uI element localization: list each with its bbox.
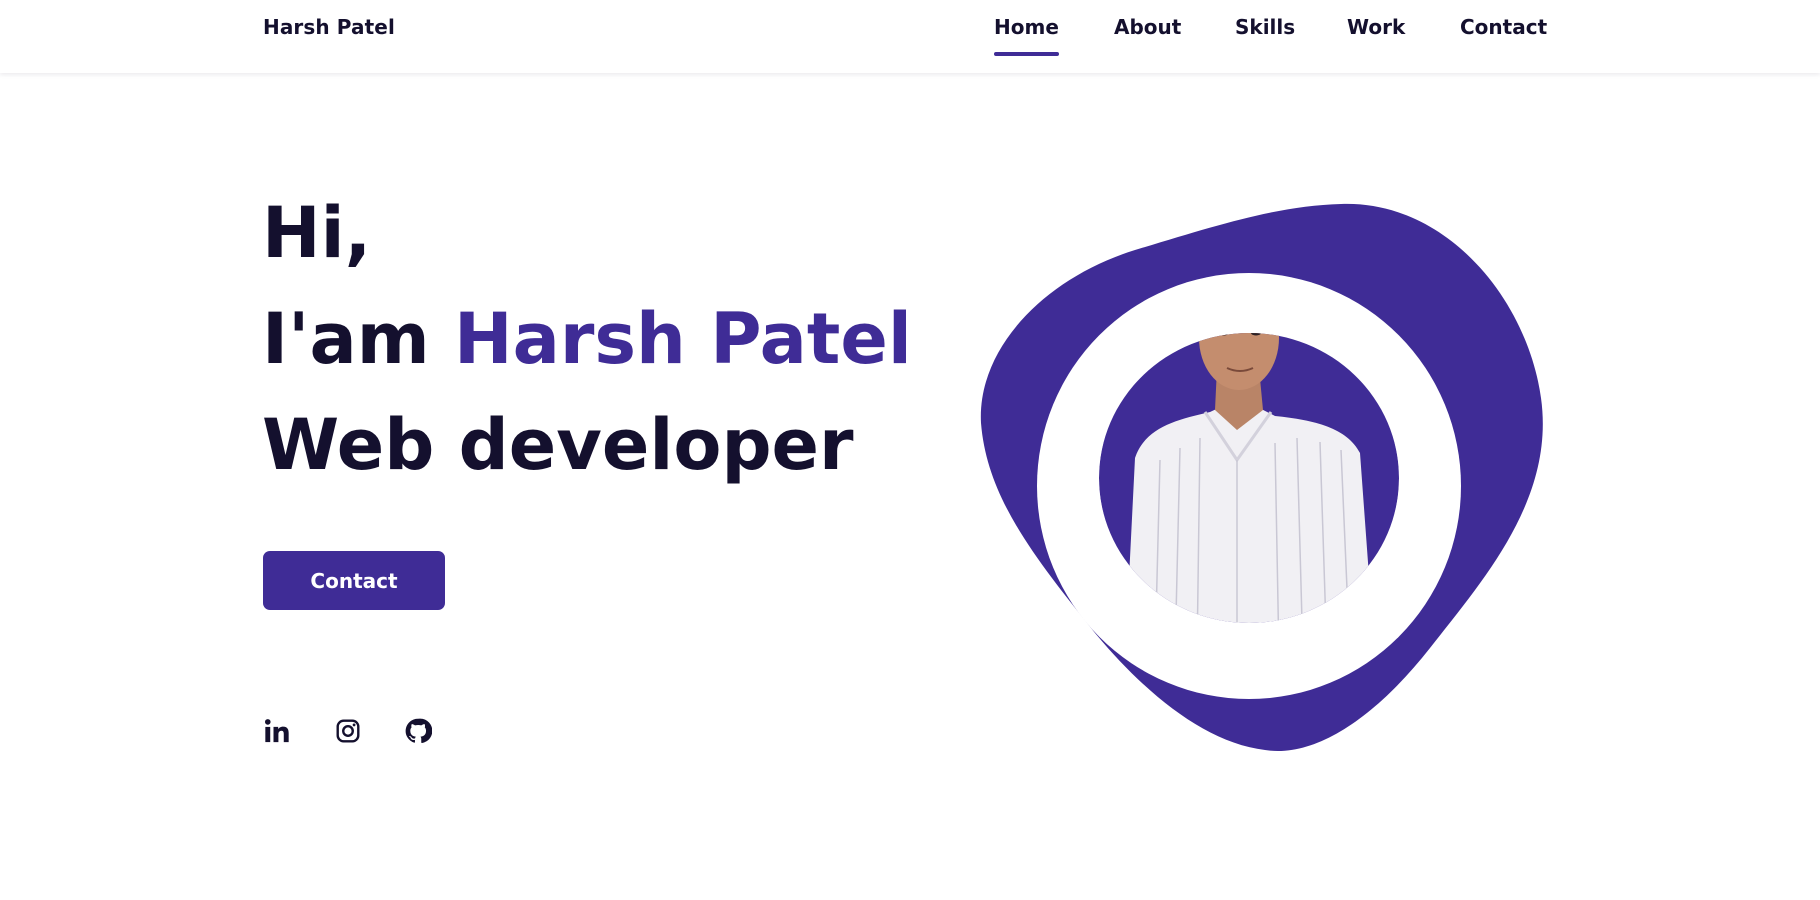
hero-profile-art [980, 203, 1543, 752]
nav-link-contact[interactable]: Contact [1460, 15, 1547, 39]
hero-intro: I'am Harsh Patel [262, 298, 912, 380]
nav-link-about[interactable]: About [1114, 15, 1181, 39]
top-navbar: Harsh Patel Home About Skills Work Conta… [0, 0, 1820, 73]
site-logo[interactable]: Harsh Patel [263, 15, 395, 39]
github-icon [405, 718, 432, 744]
hero-intro-prefix: I'am [262, 298, 455, 380]
contact-button[interactable]: Contact [263, 551, 445, 610]
linkedin-link[interactable] [262, 716, 292, 746]
instagram-link[interactable] [333, 716, 363, 746]
portfolio-page: Harsh Patel Home About Skills Work Conta… [0, 0, 1820, 900]
instagram-icon [336, 719, 360, 743]
hero-name: Harsh Patel [454, 298, 912, 380]
nav-link-skills[interactable]: Skills [1235, 15, 1295, 39]
github-link[interactable] [403, 716, 433, 746]
linkedin-icon [264, 719, 289, 743]
nav-link-home[interactable]: Home [994, 15, 1059, 56]
hero-role: Web developer [262, 404, 854, 486]
nav-link-work[interactable]: Work [1347, 15, 1405, 39]
hero-greeting: Hi, [262, 192, 372, 274]
